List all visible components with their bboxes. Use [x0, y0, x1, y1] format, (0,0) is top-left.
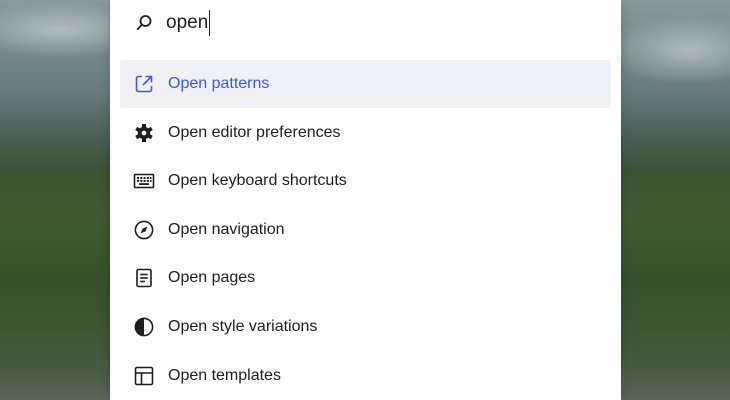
- search-row: open: [110, 0, 621, 48]
- result-open-style-variations[interactable]: Open style variations: [120, 303, 611, 351]
- search-icon: [134, 13, 154, 33]
- contrast-icon: [132, 315, 156, 339]
- result-open-pages[interactable]: Open pages: [120, 254, 611, 302]
- search-input[interactable]: open: [166, 10, 211, 36]
- keyboard-icon: [132, 169, 156, 193]
- result-label: Open navigation: [168, 220, 285, 238]
- result-label: Open editor preferences: [168, 123, 341, 141]
- result-open-navigation[interactable]: Open navigation: [120, 206, 611, 254]
- result-label: Open style variations: [168, 317, 318, 335]
- result-open-templates[interactable]: Open templates: [120, 352, 611, 400]
- result-open-patterns[interactable]: Open patterns: [120, 60, 611, 108]
- result-label: Open templates: [168, 366, 281, 384]
- page-icon: [132, 266, 156, 290]
- gear-icon: [132, 121, 156, 145]
- result-label: Open patterns: [168, 75, 270, 92]
- result-label: Open pages: [168, 269, 256, 287]
- command-palette: open Open patterns Open editor preferenc…: [110, 0, 621, 400]
- compass-icon: [132, 218, 156, 242]
- layout-icon: [132, 364, 156, 388]
- results-list: Open patterns Open editor preferences Op…: [120, 60, 611, 400]
- result-open-editor-preferences[interactable]: Open editor preferences: [120, 109, 611, 157]
- external-link-icon: [132, 72, 156, 96]
- result-label: Open keyboard shortcuts: [168, 172, 347, 190]
- result-open-keyboard-shortcuts[interactable]: Open keyboard shortcuts: [120, 157, 611, 205]
